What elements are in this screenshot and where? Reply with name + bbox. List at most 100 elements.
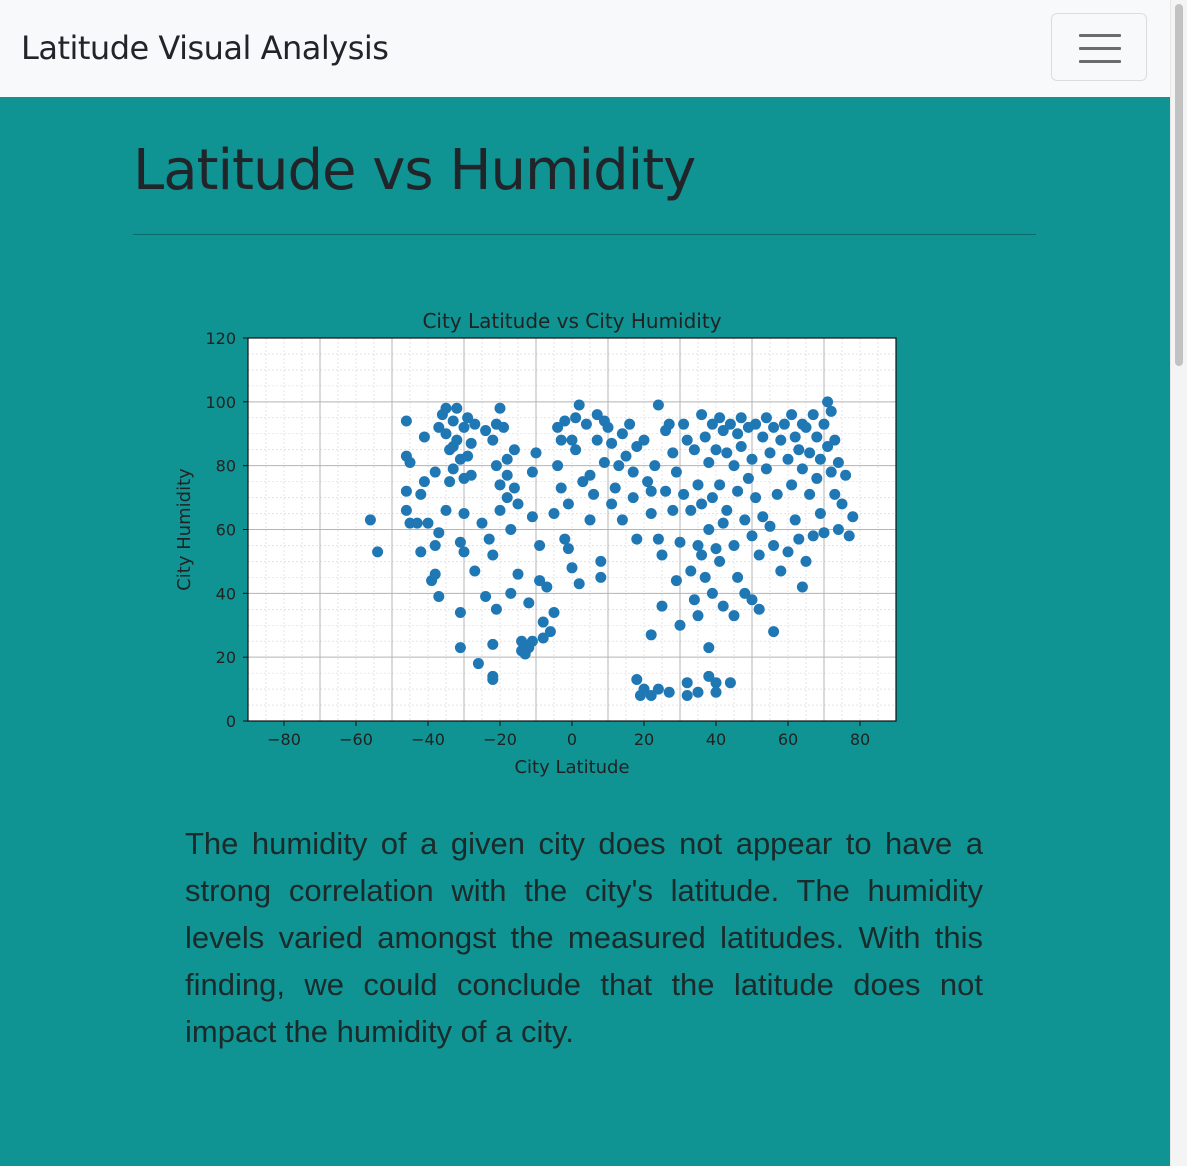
data-point [793,533,805,545]
data-point [685,565,697,577]
scrollbar-thumb[interactable] [1175,4,1183,366]
data-point [415,488,427,500]
data-point [728,539,740,551]
data-point [724,677,736,689]
data-point [829,488,841,500]
x-tick-label: 20 [634,730,654,749]
x-tick-label: 60 [778,730,798,749]
data-point [825,405,837,417]
data-point [764,447,776,459]
data-point [768,539,780,551]
data-point [796,463,808,475]
hamburger-menu-icon-bar [1079,47,1121,50]
data-point [688,594,700,606]
data-point [562,498,574,510]
data-point [750,492,762,504]
data-point [433,591,445,603]
data-point [480,425,492,437]
data-point [537,616,549,628]
data-point [584,469,596,481]
data-point [832,524,844,535]
data-point [786,479,798,491]
data-point [458,421,470,433]
data-point [444,476,456,488]
data-point [494,402,506,414]
data-point [703,524,715,535]
data-point [667,504,679,516]
data-point [627,492,639,504]
x-axis-label: City Latitude [514,757,629,778]
data-point [645,629,657,641]
data-point [840,469,852,481]
data-point [692,686,704,698]
data-point [804,488,816,500]
data-point [814,453,826,465]
data-point [447,415,459,427]
data-point [714,479,726,491]
data-point [508,482,520,494]
data-point [753,603,765,615]
chart-title: City Latitude vs City Humidity [422,309,721,333]
data-point [811,472,823,484]
data-point [746,594,758,606]
data-point [440,504,452,516]
data-point [447,463,459,475]
data-point [559,533,571,545]
data-point [822,396,834,408]
data-point [732,571,744,583]
data-point [400,485,412,497]
data-point [570,444,582,456]
data-point [696,549,708,561]
data-point [681,677,693,689]
humidity-chart: −80 −60 −40 −20 0 20 40 60 80 0 20 40 60 80 100 120 City… [160,295,900,785]
data-point [458,508,470,520]
data-point [570,412,582,424]
navbar-toggler-button[interactable] [1051,13,1147,81]
hamburger-menu-icon [1079,34,1121,37]
data-point [584,514,596,526]
data-point [487,549,499,561]
data-point [721,504,733,516]
data-point [469,565,481,577]
data-point [526,635,538,647]
data-point [498,421,510,433]
data-point [714,555,726,567]
data-point [652,683,664,695]
data-point [750,418,762,430]
data-point [760,412,772,424]
data-point [786,409,798,421]
data-point [724,418,736,430]
data-point [818,418,830,430]
data-point [487,434,499,446]
data-point [566,562,578,574]
y-tick-label: 40 [216,584,236,603]
data-point [717,517,729,529]
x-tick-label: −60 [339,730,373,749]
data-point [494,479,506,491]
data-point [732,428,744,440]
data-point [400,415,412,427]
y-tick-label: 100 [205,393,236,412]
data-point [555,434,567,446]
data-point [451,434,463,446]
data-point [465,437,477,449]
data-point [652,399,664,411]
data-point [624,418,636,430]
data-point [710,543,722,555]
data-point [757,431,769,443]
data-point [735,412,747,424]
data-point [660,485,672,497]
data-point [454,642,466,654]
navbar-brand[interactable]: Latitude Visual Analysis [21,28,389,68]
y-tick-label: 0 [226,712,236,731]
data-point [681,434,693,446]
data-point [663,418,675,430]
y-tick-label: 80 [216,457,236,476]
data-point [480,591,492,603]
y-tick-label: 60 [216,521,236,540]
data-point [793,444,805,456]
data-point [742,472,754,484]
data-point [829,434,841,446]
data-point [692,539,704,551]
page-scrollbar[interactable] [1170,0,1187,1166]
